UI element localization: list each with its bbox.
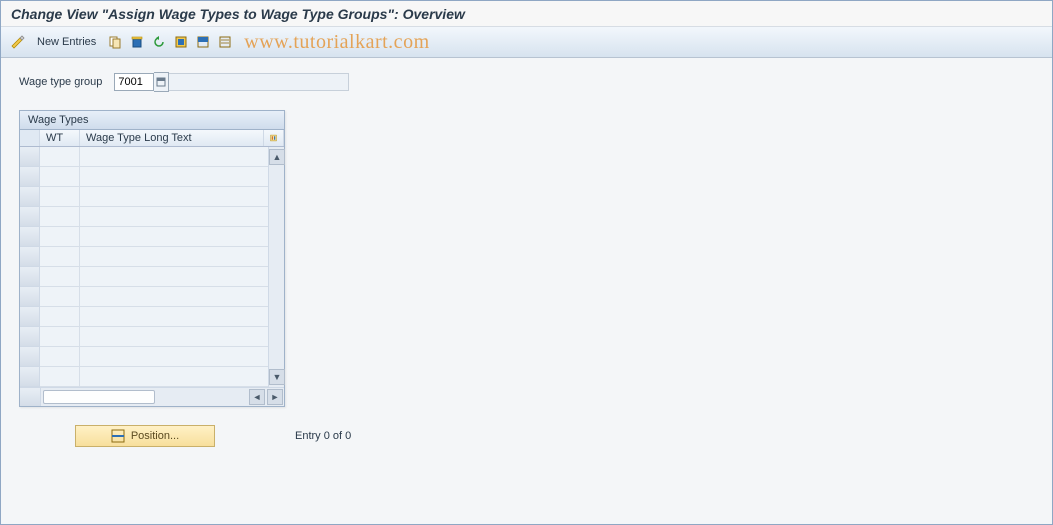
row-selector[interactable] (20, 247, 40, 267)
vertical-scrollbar[interactable]: ▲ ▼ (268, 147, 284, 387)
table-row (20, 147, 268, 167)
cell-wt[interactable] (40, 267, 80, 287)
copy-icon[interactable] (106, 33, 124, 51)
cell-long-text[interactable] (80, 327, 268, 347)
select-all-icon[interactable] (172, 33, 190, 51)
row-selector[interactable] (20, 287, 40, 307)
cell-wt[interactable] (40, 347, 80, 367)
column-header-wt[interactable]: WT (40, 130, 80, 146)
wage-type-group-description (169, 73, 349, 91)
cell-long-text[interactable] (80, 247, 268, 267)
deselect-all-icon[interactable] (216, 33, 234, 51)
table-row (20, 247, 268, 267)
cell-wt[interactable] (40, 147, 80, 167)
row-selector[interactable] (20, 347, 40, 367)
position-button[interactable]: Position... (75, 425, 215, 447)
cell-wt[interactable] (40, 227, 80, 247)
toggle-change-display-icon[interactable] (9, 33, 27, 51)
cell-long-text[interactable] (80, 207, 268, 227)
page-title: Change View "Assign Wage Types to Wage T… (1, 1, 1052, 27)
cell-wt[interactable] (40, 187, 80, 207)
table-row (20, 367, 268, 387)
cell-wt[interactable] (40, 367, 80, 387)
scroll-down-icon[interactable]: ▼ (269, 369, 285, 385)
position-icon (111, 429, 125, 443)
table-row (20, 347, 268, 367)
table-settings-icon[interactable] (264, 130, 284, 146)
position-button-label: Position... (131, 430, 179, 442)
row-selector[interactable] (20, 327, 40, 347)
cell-wt[interactable] (40, 287, 80, 307)
row-selector[interactable] (20, 227, 40, 247)
row-selector[interactable] (20, 367, 40, 387)
table-header-row: WT Wage Type Long Text (20, 130, 284, 147)
scroll-right-icon[interactable]: ► (267, 389, 283, 405)
row-selector[interactable] (20, 307, 40, 327)
column-select-all[interactable] (20, 130, 40, 146)
row-selector[interactable] (20, 267, 40, 287)
table-row (20, 167, 268, 187)
table-row (20, 267, 268, 287)
select-block-icon[interactable] (194, 33, 212, 51)
wage-type-group-input[interactable] (114, 73, 154, 91)
wage-type-group-label: Wage type group (19, 76, 102, 88)
horizontal-scrollbar[interactable] (41, 388, 248, 406)
cell-wt[interactable] (40, 207, 80, 227)
table-row (20, 207, 268, 227)
table-row (20, 287, 268, 307)
entry-counter: Entry 0 of 0 (295, 430, 351, 442)
row-selector[interactable] (20, 187, 40, 207)
cell-long-text[interactable] (80, 267, 268, 287)
wage-type-group-search-help-icon[interactable] (154, 72, 169, 92)
cell-wt[interactable] (40, 307, 80, 327)
cell-wt[interactable] (40, 327, 80, 347)
scroll-left-icon[interactable]: ◄ (249, 389, 265, 405)
cell-long-text[interactable] (80, 147, 268, 167)
undo-change-icon[interactable] (150, 33, 168, 51)
cell-long-text[interactable] (80, 347, 268, 367)
column-header-long-text[interactable]: Wage Type Long Text (80, 130, 264, 146)
wage-type-group-field: Wage type group (19, 72, 1034, 92)
scroll-up-icon[interactable]: ▲ (269, 149, 285, 165)
table-row (20, 307, 268, 327)
new-entries-button[interactable]: New Entries (31, 34, 102, 50)
table-title: Wage Types (20, 111, 284, 130)
row-selector[interactable] (20, 147, 40, 167)
cell-long-text[interactable] (80, 307, 268, 327)
wage-types-table: Wage Types WT Wage Type Long Text ▲ (19, 110, 285, 407)
delete-icon[interactable] (128, 33, 146, 51)
cell-long-text[interactable] (80, 187, 268, 207)
app-toolbar: New Entries (1, 27, 1052, 58)
cell-long-text[interactable] (80, 287, 268, 307)
table-row (20, 227, 268, 247)
row-selector[interactable] (20, 207, 40, 227)
table-row (20, 187, 268, 207)
cell-long-text[interactable] (80, 227, 268, 247)
cell-wt[interactable] (40, 247, 80, 267)
cell-wt[interactable] (40, 167, 80, 187)
row-selector[interactable] (20, 167, 40, 187)
cell-long-text[interactable] (80, 167, 268, 187)
cell-long-text[interactable] (80, 367, 268, 387)
table-row (20, 327, 268, 347)
watermark: www.tutorialkart.com (244, 31, 429, 54)
